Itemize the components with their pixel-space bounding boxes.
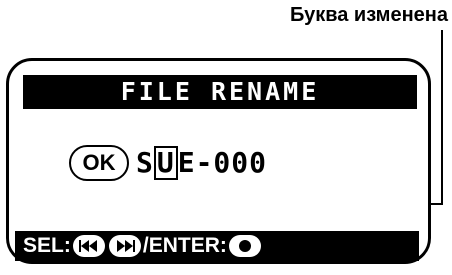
rewind-button-icon bbox=[72, 235, 105, 257]
fast-forward-button-icon bbox=[108, 235, 141, 257]
screen-title: FILE RENAME bbox=[23, 75, 417, 109]
enter-label: ENTER: bbox=[148, 234, 227, 257]
annotation-label: Буква изменена bbox=[289, 4, 448, 26]
device-screen: FILE RENAME OK S U E-000 SEL: / ENTER: bbox=[6, 58, 431, 264]
help-bar: SEL: / ENTER: bbox=[15, 231, 419, 261]
record-button-icon bbox=[228, 235, 261, 257]
filename-field[interactable]: S U E-000 bbox=[136, 145, 267, 181]
filename-prefix: S bbox=[136, 146, 154, 179]
sel-label: SEL: bbox=[23, 234, 71, 257]
ok-button-label: OK bbox=[69, 145, 129, 181]
filename-cursor-char[interactable]: U bbox=[153, 146, 178, 180]
filename-suffix: E-000 bbox=[177, 146, 268, 179]
